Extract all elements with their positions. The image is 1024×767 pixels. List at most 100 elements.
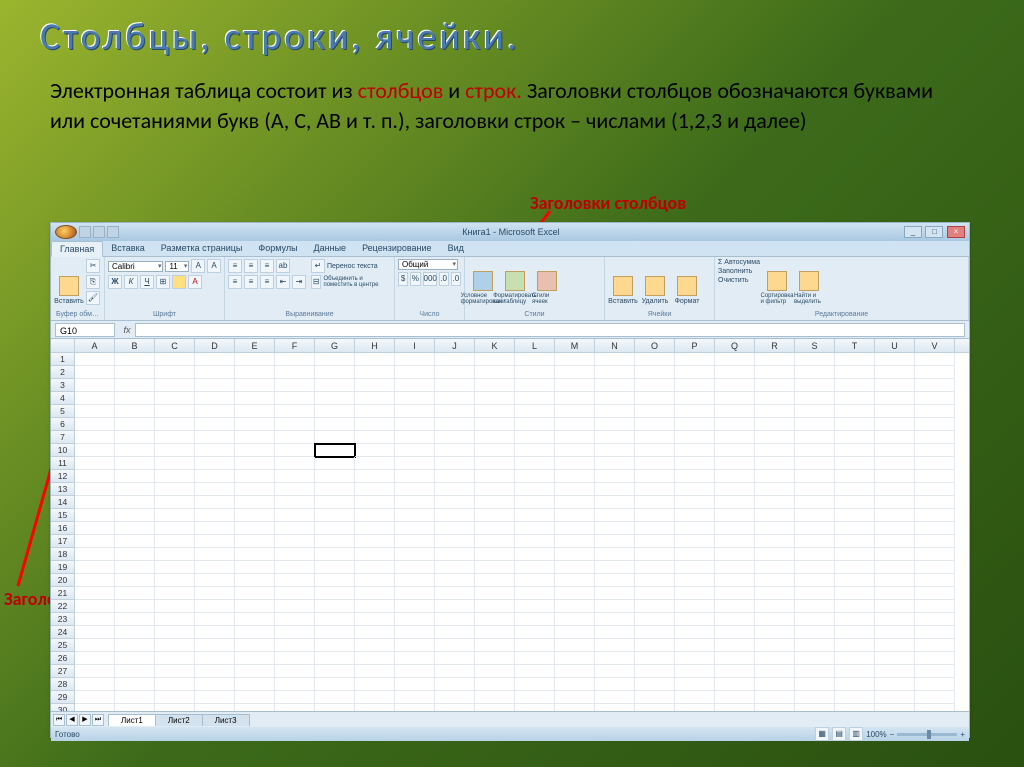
cell[interactable]: [235, 366, 275, 379]
cell[interactable]: [395, 496, 435, 509]
column-header[interactable]: F: [275, 339, 315, 352]
cell[interactable]: [595, 561, 635, 574]
cell[interactable]: [675, 639, 715, 652]
cell[interactable]: [875, 366, 915, 379]
cell[interactable]: [355, 691, 395, 704]
cell[interactable]: [795, 392, 835, 405]
cell[interactable]: [315, 379, 355, 392]
row-header[interactable]: 7: [51, 431, 75, 444]
cell[interactable]: [395, 444, 435, 457]
cell[interactable]: [915, 587, 955, 600]
cell[interactable]: [115, 483, 155, 496]
cell[interactable]: [595, 652, 635, 665]
cell[interactable]: [235, 496, 275, 509]
dec-inc-icon[interactable]: .0: [439, 272, 449, 286]
cell[interactable]: [75, 392, 115, 405]
cell[interactable]: [595, 613, 635, 626]
cell[interactable]: [155, 600, 195, 613]
ribbon-tab[interactable]: Разметка страницы: [153, 241, 251, 257]
cell[interactable]: [835, 626, 875, 639]
cell[interactable]: [155, 444, 195, 457]
cell[interactable]: [355, 392, 395, 405]
cell[interactable]: [355, 496, 395, 509]
cell[interactable]: [275, 470, 315, 483]
row-header[interactable]: 14: [51, 496, 75, 509]
cell[interactable]: [755, 496, 795, 509]
cell[interactable]: [675, 457, 715, 470]
cell[interactable]: [715, 496, 755, 509]
cell[interactable]: [875, 444, 915, 457]
cell[interactable]: [435, 535, 475, 548]
cell[interactable]: [675, 652, 715, 665]
cell[interactable]: [195, 457, 235, 470]
cell[interactable]: [635, 366, 675, 379]
cell[interactable]: [835, 483, 875, 496]
cell[interactable]: [515, 665, 555, 678]
cell[interactable]: [875, 405, 915, 418]
cell[interactable]: [435, 587, 475, 600]
cell[interactable]: [675, 600, 715, 613]
cell[interactable]: [755, 652, 795, 665]
row-header[interactable]: 23: [51, 613, 75, 626]
cell[interactable]: [595, 691, 635, 704]
cell[interactable]: [75, 639, 115, 652]
cell[interactable]: [715, 366, 755, 379]
cell-styles-button[interactable]: Стили ячеек: [532, 259, 562, 305]
cell[interactable]: [715, 431, 755, 444]
cell[interactable]: [755, 392, 795, 405]
cell[interactable]: [315, 392, 355, 405]
cell[interactable]: [835, 366, 875, 379]
cell[interactable]: [835, 522, 875, 535]
row-header[interactable]: 16: [51, 522, 75, 535]
cell[interactable]: [515, 483, 555, 496]
cell[interactable]: [755, 483, 795, 496]
cell[interactable]: [915, 496, 955, 509]
cell[interactable]: [915, 665, 955, 678]
cell[interactable]: [915, 457, 955, 470]
cell[interactable]: [755, 431, 795, 444]
cell[interactable]: [355, 444, 395, 457]
cell[interactable]: [755, 405, 795, 418]
cell[interactable]: [395, 366, 435, 379]
cell[interactable]: [115, 587, 155, 600]
cell[interactable]: [475, 691, 515, 704]
cell[interactable]: [195, 574, 235, 587]
close-button[interactable]: ×: [947, 226, 965, 238]
cell[interactable]: [435, 353, 475, 366]
sheet-tab[interactable]: Лист3: [202, 714, 250, 726]
cell[interactable]: [155, 652, 195, 665]
cell[interactable]: [835, 405, 875, 418]
cell[interactable]: [315, 444, 355, 457]
cell[interactable]: [795, 483, 835, 496]
cell[interactable]: [555, 639, 595, 652]
cell[interactable]: [315, 691, 355, 704]
align-middle-icon[interactable]: ≡: [244, 259, 258, 273]
column-header[interactable]: T: [835, 339, 875, 352]
cell[interactable]: [835, 613, 875, 626]
cell[interactable]: [795, 457, 835, 470]
column-header[interactable]: O: [635, 339, 675, 352]
cell[interactable]: [555, 392, 595, 405]
cell[interactable]: [515, 353, 555, 366]
cell[interactable]: [235, 587, 275, 600]
cell[interactable]: [395, 665, 435, 678]
cell[interactable]: [435, 483, 475, 496]
cell[interactable]: [395, 457, 435, 470]
cell[interactable]: [635, 678, 675, 691]
cell[interactable]: [235, 353, 275, 366]
row-header[interactable]: 4: [51, 392, 75, 405]
cell[interactable]: [275, 704, 315, 711]
cell[interactable]: [555, 652, 595, 665]
cell[interactable]: [915, 418, 955, 431]
cell[interactable]: [555, 457, 595, 470]
qat-redo-icon[interactable]: [107, 226, 119, 238]
cell[interactable]: [635, 353, 675, 366]
cell[interactable]: [115, 574, 155, 587]
cell[interactable]: [195, 691, 235, 704]
cell[interactable]: [395, 626, 435, 639]
cell[interactable]: [555, 535, 595, 548]
cell[interactable]: [155, 496, 195, 509]
cell[interactable]: [275, 522, 315, 535]
cell[interactable]: [555, 600, 595, 613]
cell[interactable]: [835, 418, 875, 431]
